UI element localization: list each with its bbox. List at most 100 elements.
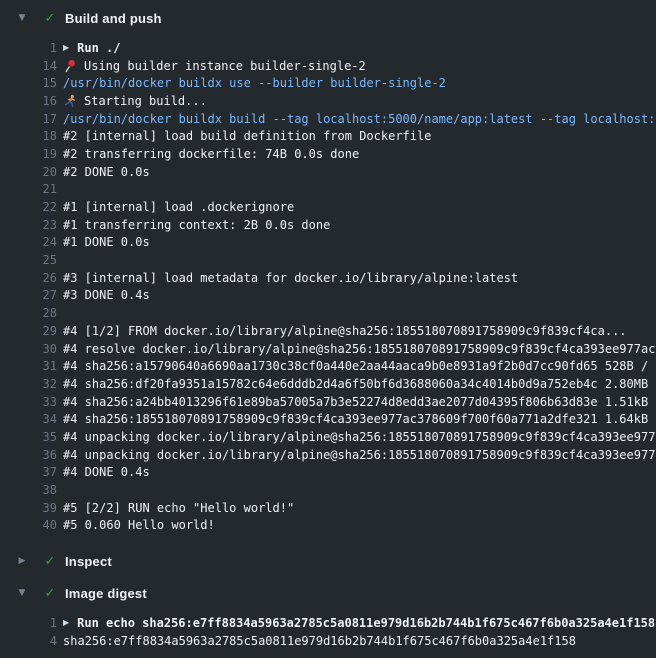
line-text: #3 [internal] load metadata for docker.i… bbox=[63, 271, 518, 285]
line-text: #4 sha256:df20fa9351a15782c64e6dddb2d4a6… bbox=[63, 377, 656, 391]
line-text: #2 transferring dockerfile: 74B 0.0s don… bbox=[63, 147, 359, 161]
line-number[interactable]: 22 bbox=[0, 200, 57, 214]
log-line: 30 #4 resolve docker.io/library/alpine@s… bbox=[0, 340, 656, 358]
section-title: Inspect bbox=[65, 554, 112, 569]
line-number[interactable]: 19 bbox=[0, 147, 57, 161]
line-content: #4 [1/2] FROM docker.io/library/alpine@s… bbox=[63, 324, 627, 338]
line-number[interactable]: 20 bbox=[0, 165, 57, 179]
line-number[interactable]: 27 bbox=[0, 288, 57, 302]
line-content: #1 DONE 0.0s bbox=[63, 235, 150, 249]
log-line: 14 Using builder instance builder-single… bbox=[0, 57, 656, 75]
line-text: #3 DONE 0.4s bbox=[63, 288, 150, 302]
log-lines: 1 ▶Run echo sha256:e7ff8834a5963a2785c5a… bbox=[0, 614, 656, 649]
line-content: ▶Run echo sha256:e7ff8834a5963a2785c5a08… bbox=[63, 616, 655, 630]
section-header[interactable]: ▼ ✓ Build and push bbox=[0, 8, 656, 28]
line-number[interactable]: 23 bbox=[0, 218, 57, 232]
line-number[interactable]: 39 bbox=[0, 501, 57, 515]
log-line: 15 /usr/bin/docker buildx use --builder … bbox=[0, 74, 656, 92]
section-header[interactable]: ▼ ✓ Image digest bbox=[0, 583, 656, 603]
log-line: 29 #4 [1/2] FROM docker.io/library/alpin… bbox=[0, 322, 656, 340]
line-content: #2 [internal] load build definition from… bbox=[63, 129, 431, 143]
log-lines: 1 ▶ Run ./ 14 Using builder instance buil… bbox=[0, 39, 656, 534]
line-text: #5 0.060 Hello world! bbox=[63, 518, 215, 532]
line-number[interactable]: 26 bbox=[0, 271, 57, 285]
expander-triangle-icon: ▶ bbox=[63, 619, 69, 627]
line-content: #4 sha256:df20fa9351a15782c64e6dddb2d4a6… bbox=[63, 377, 656, 391]
line-number[interactable]: 40 bbox=[0, 518, 57, 532]
line-content: #4 unpacking docker.io/library/alpine@sh… bbox=[63, 430, 656, 444]
line-text: #4 sha256:185518070891758909c9f839cf4ca3… bbox=[63, 412, 656, 426]
line-number[interactable]: 1 bbox=[0, 616, 57, 630]
line-number[interactable]: 35 bbox=[0, 430, 57, 444]
line-number[interactable]: 15 bbox=[0, 76, 57, 90]
line-number[interactable]: 18 bbox=[0, 129, 57, 143]
line-text: /usr/bin/docker buildx build --tag local… bbox=[63, 112, 656, 126]
line-number[interactable]: 28 bbox=[0, 306, 57, 320]
line-content: /usr/bin/docker buildx build --tag local… bbox=[63, 112, 656, 126]
line-number[interactable]: 14 bbox=[0, 59, 57, 73]
line-number[interactable]: 4 bbox=[0, 634, 57, 648]
log-line: 37 #4 DONE 0.4s bbox=[0, 464, 656, 482]
line-number[interactable]: 17 bbox=[0, 112, 57, 126]
log-line: 32 #4 sha256:df20fa9351a15782c64e6dddb2d… bbox=[0, 375, 656, 393]
log-line: 17 /usr/bin/docker buildx build --tag lo… bbox=[0, 110, 656, 128]
line-text: #4 unpacking docker.io/library/alpine@sh… bbox=[63, 448, 656, 462]
log-line: 27 #3 DONE 0.4s bbox=[0, 287, 656, 305]
line-number[interactable]: 24 bbox=[0, 235, 57, 249]
log-line: 35 #4 unpacking docker.io/library/alpine… bbox=[0, 428, 656, 446]
log-line: 33 #4 sha256:a24bb4013296f61e89ba57005a7… bbox=[0, 393, 656, 411]
section-title: Image digest bbox=[65, 586, 147, 601]
line-text: #2 DONE 0.0s bbox=[63, 165, 150, 179]
line-text: #4 resolve docker.io/library/alpine@sha2… bbox=[63, 342, 656, 356]
log-line: 18 #2 [internal] load build definition f… bbox=[0, 127, 656, 145]
line-content: #4 sha256:185518070891758909c9f839cf4ca3… bbox=[63, 412, 656, 426]
line-number[interactable]: 37 bbox=[0, 465, 57, 479]
line-text: #2 [internal] load build definition from… bbox=[63, 129, 431, 143]
line-number[interactable]: 32 bbox=[0, 377, 57, 391]
section-inspect: ▶ ✓ Inspect bbox=[0, 551, 656, 571]
line-content: #2 DONE 0.0s bbox=[63, 165, 150, 179]
line-text: #1 transferring context: 2B 0.0s done bbox=[63, 218, 330, 232]
line-number[interactable]: 1 bbox=[0, 41, 57, 55]
log-line: 34 #4 sha256:185518070891758909c9f839cf4… bbox=[0, 410, 656, 428]
run-group-header-line[interactable]: 1 ▶ Run ./ bbox=[0, 39, 656, 57]
section-title: Build and push bbox=[65, 11, 162, 26]
runner-emoji bbox=[63, 94, 77, 108]
line-content: #2 transferring dockerfile: 74B 0.0s don… bbox=[63, 147, 359, 161]
line-content: ▶ Run ./ bbox=[63, 41, 121, 55]
line-number[interactable]: 30 bbox=[0, 342, 57, 356]
line-text: #4 [1/2] FROM docker.io/library/alpine@s… bbox=[63, 324, 627, 338]
line-number[interactable]: 16 bbox=[0, 94, 57, 108]
line-text: #5 [2/2] RUN echo "Hello world!" bbox=[63, 501, 294, 515]
line-text: sha256:e7ff8834a5963a2785c5a0811e979d16b… bbox=[63, 634, 576, 648]
line-number[interactable]: 34 bbox=[0, 412, 57, 426]
line-content: #3 DONE 0.4s bbox=[63, 288, 150, 302]
success-check-icon: ✓ bbox=[43, 12, 57, 25]
line-content: #1 [internal] load .dockerignore bbox=[63, 200, 294, 214]
run-group-header-line[interactable]: 1 ▶Run echo sha256:e7ff8834a5963a2785c5a… bbox=[0, 614, 656, 632]
line-number[interactable]: 21 bbox=[0, 182, 57, 196]
log-line: 36 #4 unpacking docker.io/library/alpine… bbox=[0, 446, 656, 464]
line-content: sha256:e7ff8834a5963a2785c5a0811e979d16b… bbox=[63, 634, 576, 648]
log-line: 26 #3 [internal] load metadata for docke… bbox=[0, 269, 656, 287]
line-text: Run ./ bbox=[77, 41, 120, 55]
section-header[interactable]: ▶ ✓ Inspect bbox=[0, 551, 656, 571]
line-number[interactable]: 31 bbox=[0, 359, 57, 373]
success-check-icon: ✓ bbox=[43, 555, 57, 568]
line-text: Starting build... bbox=[84, 94, 207, 108]
line-number[interactable]: 33 bbox=[0, 395, 57, 409]
log-line: 16 Starting build... bbox=[0, 92, 656, 110]
line-number[interactable]: 29 bbox=[0, 324, 57, 338]
log-line: 19 #2 transferring dockerfile: 74B 0.0s … bbox=[0, 145, 656, 163]
line-number[interactable]: 25 bbox=[0, 253, 57, 267]
workflow-log-viewer: ▼ ✓ Build and push 1 ▶Run ./ 14 Using bu… bbox=[0, 0, 656, 658]
log-line: 4 sha256:e7ff8834a5963a2785c5a0811e979d1… bbox=[0, 632, 656, 650]
line-number[interactable]: 38 bbox=[0, 483, 57, 497]
line-text: #1 [internal] load .dockerignore bbox=[63, 200, 294, 214]
line-content: Starting build... bbox=[63, 94, 207, 108]
line-content: #4 resolve docker.io/library/alpine@sha2… bbox=[63, 342, 656, 356]
log-line: 25 bbox=[0, 251, 656, 269]
line-number[interactable]: 36 bbox=[0, 448, 57, 462]
line-text: Using builder instance builder-single-2 bbox=[84, 59, 366, 73]
expander-triangle-icon: ▶ bbox=[63, 44, 69, 52]
